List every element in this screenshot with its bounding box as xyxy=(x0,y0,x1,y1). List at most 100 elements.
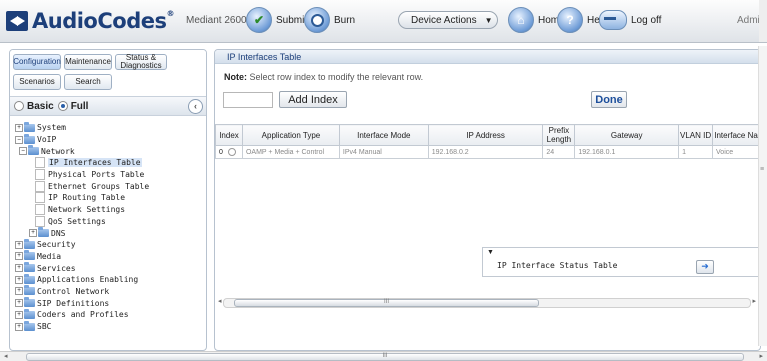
home-icon: ⌂ xyxy=(508,7,534,33)
folder-icon xyxy=(38,227,49,238)
page-icon xyxy=(35,215,45,227)
scroll-grip-icon: ≡ xyxy=(760,166,765,173)
column-header-prefix-length[interactable]: Prefix Length xyxy=(542,124,576,146)
interface-mode-cell: IPv4 Manual xyxy=(338,145,429,159)
chevron-down-icon[interactable]: ▼ xyxy=(487,249,494,256)
column-header-application-type[interactable]: Application Type xyxy=(241,124,340,146)
page-icon xyxy=(35,180,45,192)
logoff-button[interactable]: Log off xyxy=(599,7,661,33)
tree-item-ethernet-groups-table[interactable]: Ethernet Groups Table xyxy=(15,180,149,192)
logoff-label: Log off xyxy=(631,14,662,26)
device-actions-dropdown[interactable]: Device Actions ▼ xyxy=(398,11,498,29)
folder-icon xyxy=(24,285,35,296)
tree-item-sip-definitions[interactable]: + SIP Definitions xyxy=(15,297,149,309)
table-horizontal-scrollbar[interactable]: ◂ III ▸ xyxy=(218,298,756,308)
logo-text: AudioCodes® xyxy=(32,9,174,33)
column-header-ip-address[interactable]: IP Address xyxy=(427,124,544,146)
expand-icon[interactable]: + xyxy=(15,264,23,273)
tree-item-control-network[interactable]: + Control Network xyxy=(15,285,149,298)
status-table-label: IP Interface Status Table xyxy=(497,261,618,270)
done-button[interactable]: Done xyxy=(591,91,627,108)
scroll-left-icon[interactable]: ◂ xyxy=(218,297,222,305)
logoff-icon xyxy=(599,10,627,30)
full-radio[interactable] xyxy=(57,101,68,111)
tree-item-qos-settings[interactable]: QoS Settings xyxy=(15,215,149,228)
tree-item-applications-enabling[interactable]: + Applications Enabling xyxy=(15,273,149,286)
scroll-thumb[interactable]: III xyxy=(234,299,539,307)
collapse-icon[interactable]: − xyxy=(15,135,23,144)
content-panel: IP Interfaces Table Note: Select row ind… xyxy=(214,49,761,351)
tree-item-services[interactable]: + Services xyxy=(15,262,149,274)
expand-icon[interactable]: + xyxy=(15,299,23,308)
chevron-left-icon[interactable]: ‹ xyxy=(188,99,203,114)
table-row[interactable]: 0 OAMP + Media + Control IPv4 Manual 192… xyxy=(215,145,760,159)
expand-icon[interactable]: + xyxy=(15,310,23,319)
expand-icon[interactable]: + xyxy=(15,123,23,132)
row-select-radio[interactable] xyxy=(227,148,236,156)
column-header-index[interactable]: Index xyxy=(215,124,243,146)
page-icon xyxy=(35,157,45,169)
gateway-cell: 192.168.0.1 xyxy=(574,145,680,159)
folder-icon xyxy=(28,145,39,156)
user-name: Admi xyxy=(737,15,760,26)
tree-item-sbc[interactable]: + SBC xyxy=(15,320,149,333)
tab-scenarios[interactable]: Scenarios xyxy=(13,74,61,90)
checkmark-icon: ✔ xyxy=(246,7,272,33)
tree-item-physical-ports-table[interactable]: Physical Ports Table xyxy=(15,169,149,181)
tree-item-network-settings[interactable]: Network Settings xyxy=(15,204,149,216)
folder-icon xyxy=(24,121,35,132)
tree-item-dns[interactable]: + DNS xyxy=(15,227,149,239)
navigation-tree: + System − VoIP − Network IP Interfaces Tab… xyxy=(15,121,149,333)
expand-icon[interactable]: + xyxy=(15,252,23,261)
folder-icon xyxy=(24,308,35,319)
device-actions-label: Device Actions xyxy=(411,14,477,26)
page-vertical-scrollbar[interactable]: ≡ xyxy=(758,46,767,346)
chevron-down-icon: ▼ xyxy=(484,15,493,25)
column-header-vlan-id[interactable]: VLAN ID xyxy=(678,124,714,146)
scroll-right-icon[interactable]: ▸ xyxy=(752,297,756,305)
tree-item-ip-routing-table[interactable]: IP Routing Table xyxy=(15,192,149,204)
scroll-left-icon[interactable]: ◂ xyxy=(4,352,8,360)
burn-label: Burn xyxy=(334,14,356,26)
submit-button[interactable]: ✔ Submit xyxy=(246,7,307,33)
row-index-cell[interactable]: 0 xyxy=(215,145,243,159)
tree-item-security[interactable]: + Security xyxy=(15,238,149,251)
folder-icon xyxy=(24,262,35,273)
tree-item-coders-and-profiles[interactable]: + Coders and Profiles xyxy=(15,308,149,321)
expand-icon[interactable]: + xyxy=(15,240,23,249)
tree-item-system[interactable]: + System xyxy=(15,121,149,134)
tab-configuration[interactable]: Configuration xyxy=(13,54,61,70)
submit-label: Submit xyxy=(276,14,308,26)
expand-icon[interactable]: + xyxy=(15,275,23,284)
tab-status-diagnostics[interactable]: Status & Diagnostics xyxy=(115,54,167,70)
scroll-right-icon[interactable]: ▸ xyxy=(759,352,763,360)
tab-search[interactable]: Search xyxy=(64,74,112,90)
index-input[interactable] xyxy=(223,92,273,108)
basic-label: Basic xyxy=(27,100,54,112)
collapse-icon[interactable]: − xyxy=(19,147,27,156)
column-header-interface-mode[interactable]: Interface Mode xyxy=(338,124,429,146)
arrow-right-icon[interactable]: ➜ xyxy=(696,260,714,274)
tree-item-media[interactable]: + Media xyxy=(15,250,149,263)
add-index-button[interactable]: Add Index xyxy=(279,91,347,108)
page-icon xyxy=(35,204,45,216)
page-vertical-scrollbar[interactable] xyxy=(759,0,767,42)
folder-icon xyxy=(24,133,35,144)
tree-item-voip[interactable]: − VoIP xyxy=(15,133,149,146)
view-mode-bar: Basic Full ‹ xyxy=(10,96,206,116)
expand-icon[interactable]: + xyxy=(15,322,23,331)
logo-mark-icon xyxy=(6,11,28,31)
basic-radio[interactable] xyxy=(14,101,24,111)
vlan-id-cell: 1 xyxy=(678,145,714,159)
tree-item-ip-interfaces-table[interactable]: IP Interfaces Table xyxy=(15,157,149,169)
expand-icon[interactable]: + xyxy=(29,229,37,238)
column-header-interface-name[interactable]: Interface Na xyxy=(712,124,760,146)
full-label: Full xyxy=(70,100,89,112)
prefix-length-cell: 24 xyxy=(542,145,576,159)
column-header-gateway[interactable]: Gateway xyxy=(574,124,680,146)
tab-maintenance[interactable]: Maintenance xyxy=(64,54,112,70)
tree-item-network[interactable]: − Network xyxy=(15,145,149,157)
burn-button[interactable]: Burn xyxy=(304,7,355,33)
page-title: IP Interfaces Table xyxy=(215,50,760,64)
expand-icon[interactable]: + xyxy=(15,287,23,296)
